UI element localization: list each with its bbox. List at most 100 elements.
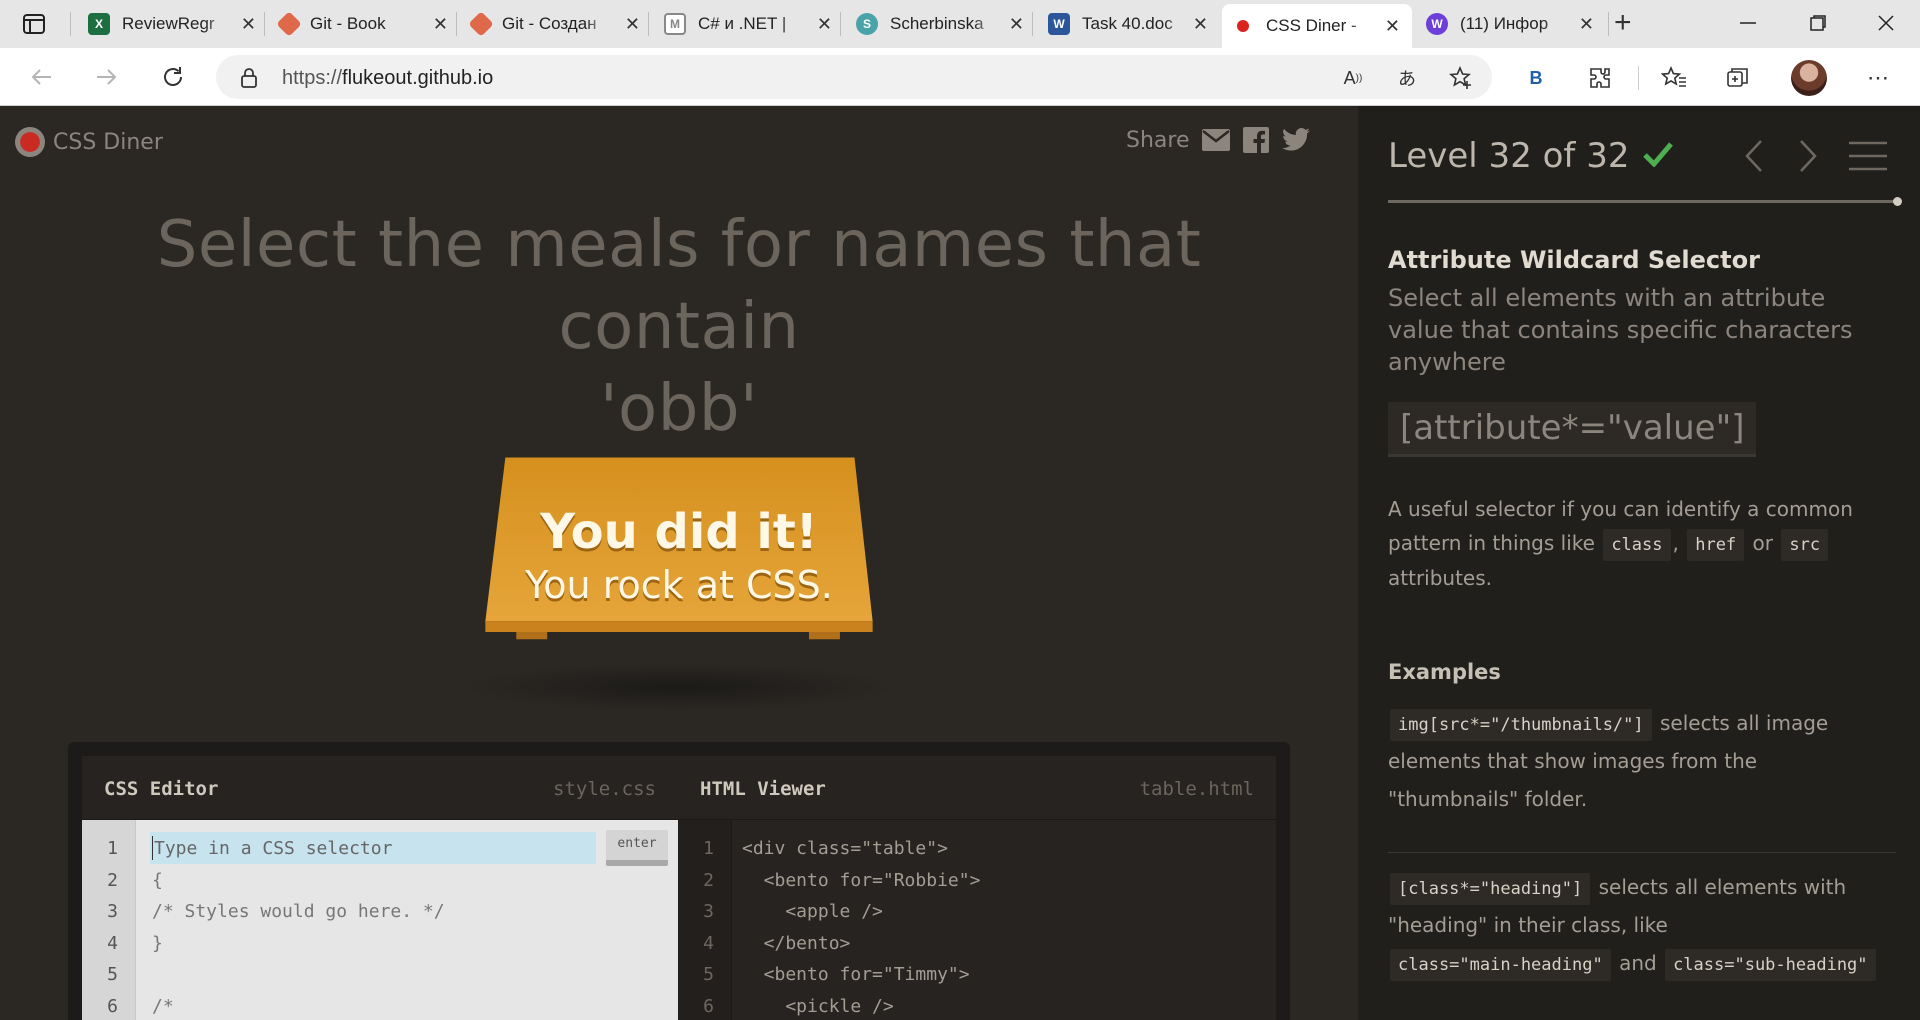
close-tab-icon[interactable]: ✕ (625, 14, 640, 35)
html-code-line[interactable]: <pickle /> (742, 996, 893, 1017)
hint-text: attributes. (1388, 566, 1493, 590)
line-number: 1 (703, 838, 714, 859)
selector-name: Attribute Wildcard Selector (1388, 246, 1760, 274)
level-progress-knob (1893, 197, 1902, 206)
code-editor: CSS Editor style.css 1 2 3 4 5 6 enter (68, 742, 1290, 1020)
enter-button[interactable]: enter (606, 830, 668, 866)
level-progress-bar (1388, 197, 1902, 206)
tab-separator (456, 12, 457, 36)
url-scheme: https:// (282, 67, 343, 89)
toolbar-divider (1638, 66, 1639, 90)
favorites-icon[interactable] (1658, 62, 1690, 94)
html-viewer-filename: table.html (1139, 778, 1254, 800)
tab-task-40[interactable]: W Task 40.doc ✕ (1038, 6, 1220, 42)
lock-icon[interactable] (236, 65, 262, 91)
facebook-icon[interactable] (1242, 126, 1270, 154)
close-tab-icon[interactable]: ✕ (817, 14, 832, 35)
collections-icon[interactable] (1722, 62, 1754, 94)
html-code-line[interactable]: <apple /> (742, 901, 883, 922)
share-label: Share (1126, 127, 1190, 153)
instruction-line-1: Select the meals for names that contain (156, 208, 1202, 364)
css-editor-body: 1 2 3 4 5 6 enter { /* Styles would go h… (82, 820, 678, 1020)
hint-tag: class (1603, 529, 1671, 561)
close-tab-icon[interactable]: ✕ (1385, 16, 1400, 37)
css-editor-pane: CSS Editor style.css 1 2 3 4 5 6 enter (82, 756, 678, 1020)
html-code-line[interactable]: </bento> (742, 933, 851, 954)
wps-icon: W (1426, 13, 1448, 35)
logo-text: CSS Diner (53, 129, 163, 155)
restore-button[interactable] (1798, 8, 1838, 38)
add-favorite-icon[interactable] (1448, 65, 1474, 91)
line-number: 1 (107, 838, 118, 859)
previous-level-icon[interactable] (1734, 136, 1774, 176)
refresh-icon[interactable] (158, 62, 188, 92)
html-code-line[interactable]: <bento for="Timmy"> (742, 964, 970, 985)
css-selector-input[interactable] (150, 832, 596, 864)
css-code-line: { (152, 870, 163, 891)
tab-separator (840, 12, 841, 36)
url-text[interactable]: https://flukeout.github.io (282, 67, 493, 90)
level-menu-icon[interactable] (1848, 136, 1888, 176)
extensions-icon[interactable] (1584, 62, 1616, 94)
level-sidebar: Level 32 of 32 Attribute Wildcard Select… (1358, 106, 1920, 1020)
tab-title: Task 40.doc (1082, 14, 1173, 33)
css-code-line: /* Styles would go here. */ (152, 901, 445, 922)
css-editor-filename: style.css (553, 778, 656, 800)
close-tab-icon[interactable]: ✕ (1579, 14, 1594, 35)
word-icon: W (1048, 13, 1070, 35)
tab-separator (264, 12, 265, 36)
close-window-button[interactable] (1866, 8, 1906, 38)
tab-separator (70, 12, 71, 36)
tab-scherbinska[interactable]: S Scherbinska ✕ (846, 6, 1036, 42)
css-editor-header: CSS Editor style.css (82, 756, 678, 820)
selector-description: Select all elements with an attribute va… (1388, 284, 1853, 376)
translate-icon[interactable]: あ (1394, 65, 1420, 91)
logo-plate-icon (15, 127, 45, 157)
tab-csharp-net[interactable]: M C# и .NET | ✕ (654, 6, 844, 42)
read-aloud-icon[interactable]: A)) (1340, 65, 1366, 91)
next-level-icon[interactable] (1788, 136, 1828, 176)
new-tab-button[interactable]: + (1614, 8, 1632, 38)
checkmark-icon (1643, 136, 1674, 176)
line-number: 4 (107, 933, 118, 954)
selector-hint: A useful selector if you can identify a … (1388, 492, 1888, 595)
line-number: 6 (703, 996, 714, 1017)
page-content: CSS Diner Share Select the meals for nam… (0, 106, 1920, 1020)
back-icon[interactable] (26, 62, 56, 92)
css-diner-logo[interactable]: CSS Diner (15, 127, 163, 157)
close-tab-icon[interactable]: ✕ (241, 14, 256, 35)
tab-info[interactable]: W (11) Инфор ✕ (1416, 6, 1606, 42)
close-tab-icon[interactable]: ✕ (1193, 14, 1208, 35)
close-tab-icon[interactable]: ✕ (433, 14, 448, 35)
line-number: 3 (703, 901, 714, 922)
success-subtitle: You rock at CSS. (525, 563, 833, 607)
forward-icon[interactable] (92, 62, 122, 92)
tab-separator (1608, 12, 1609, 36)
html-viewer-header: HTML Viewer table.html (678, 756, 1276, 820)
more-menu-icon[interactable]: ⋯ (1862, 62, 1894, 94)
email-icon[interactable] (1201, 126, 1230, 154)
git-icon (468, 11, 494, 37)
vk-extension-icon[interactable]: B (1520, 62, 1552, 94)
tab-title: Git - Создан (502, 14, 597, 33)
git-icon (276, 11, 302, 37)
minimize-button[interactable] (1728, 8, 1768, 38)
css-editor-title: CSS Editor (104, 778, 219, 800)
html-code-line[interactable]: <div class="table"> (742, 838, 948, 859)
level-indicator[interactable]: Level 32 of 32 (1388, 136, 1629, 176)
twitter-icon[interactable] (1281, 126, 1310, 154)
tab-reviewregr[interactable]: X ReviewRegr ✕ (78, 6, 268, 42)
close-tab-icon[interactable]: ✕ (1009, 14, 1024, 35)
examples-heading: Examples (1388, 660, 1501, 684)
tab-actions-icon[interactable] (18, 10, 50, 38)
html-code-line[interactable]: <bento for="Robbie"> (742, 870, 981, 891)
tab-git-create[interactable]: Git - Создан ✕ (462, 6, 652, 42)
tab-git-book[interactable]: Git - Book ✕ (270, 6, 460, 42)
example-code: [class*="heading"] (1390, 873, 1591, 905)
metanit-icon: M (664, 13, 686, 35)
instruction-line-2: 'obb' (599, 372, 759, 446)
profile-avatar[interactable] (1791, 60, 1827, 96)
tab-css-diner[interactable]: CSS Diner - ✕ (1222, 4, 1412, 48)
url-bar[interactable]: https://flukeout.github.io A)) あ (216, 55, 1492, 99)
excel-icon: X (88, 13, 110, 35)
